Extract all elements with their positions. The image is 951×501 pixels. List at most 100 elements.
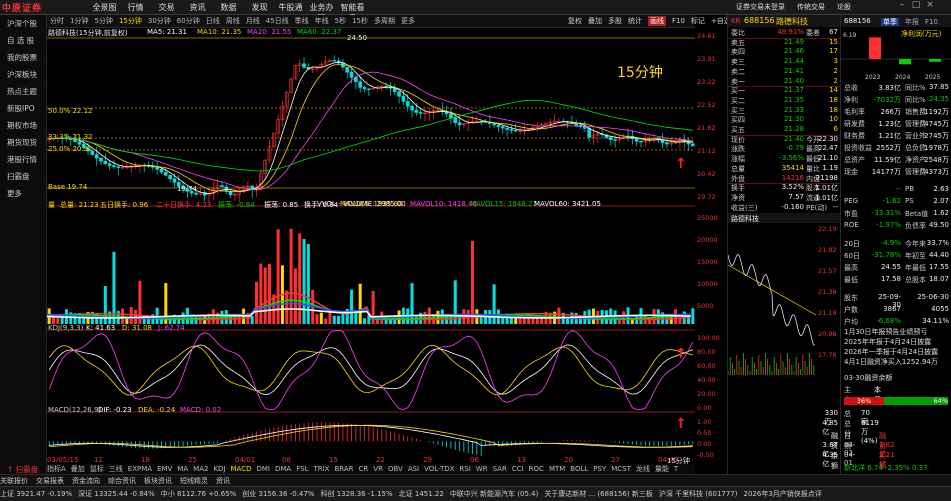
indicator-5[interactable]: EMV <box>157 465 172 473</box>
indicator-7[interactable]: MA2 <box>193 465 208 473</box>
period-15[interactable]: 更多 <box>401 16 415 26</box>
finance-tab-0[interactable]: 单季 <box>881 18 899 26</box>
period-1[interactable]: 1分钟 <box>70 16 88 26</box>
indicator-3[interactable]: 三线 <box>109 464 123 474</box>
kline-chart-area[interactable]: ↑ ↑ ↑ 路德科技(15分钟,前复权) MA5: 21.31 MA10: 21.35 M… <box>46 28 695 474</box>
status-item-4[interactable]: 科创 1328.36 -1.15% <box>320 489 392 499</box>
indicator-20[interactable]: RSI <box>459 465 470 473</box>
tool-1[interactable]: 叠加 <box>588 16 602 26</box>
status-item-8[interactable]: 沪深 千里科技 (601777) <box>659 489 738 499</box>
period-10[interactable]: 季线 <box>295 16 309 26</box>
period-7[interactable]: 周线 <box>226 16 240 26</box>
news-item[interactable]: 1月30日年报预告业绩预亏 <box>844 327 927 337</box>
period-9[interactable]: 45日线 <box>266 16 289 26</box>
top-right-item-0[interactable]: 证券交易未登录 <box>736 2 785 12</box>
kline-chart-svg[interactable]: ↑ ↑ ↑ <box>46 28 695 464</box>
news-item[interactable]: 2025年年报于4月24日披露 <box>844 337 931 347</box>
close-button[interactable]: × <box>923 0 937 10</box>
bottom-tab-4[interactable]: 板块资讯 <box>144 476 172 486</box>
nav-item-1[interactable]: 自 选 股 <box>0 34 46 48</box>
tool-5[interactable]: F10 <box>672 17 685 25</box>
nav-item-7[interactable]: 期货现货 <box>0 136 46 150</box>
nav-item-4[interactable]: 热点主题 <box>0 85 46 99</box>
indicator-2[interactable]: 鼠标 <box>90 464 104 474</box>
tool-2[interactable]: 多股 <box>608 16 622 26</box>
indicator-30[interactable]: 量能 <box>655 464 669 474</box>
indicator-21[interactable]: WR <box>476 465 488 473</box>
indicator-17[interactable]: OBV <box>388 465 403 473</box>
news-item[interactable]: 2026年一季报于4月24日披露 <box>844 347 938 357</box>
nav-item-9[interactable]: 扫霸盘 <box>0 170 46 184</box>
status-item-6[interactable]: 中联中兴 新能源汽车 (05.4) <box>450 489 539 499</box>
period-5[interactable]: 60分钟 <box>177 16 200 26</box>
status-item-3[interactable]: 创业 3156.36 -0.47% <box>242 489 314 499</box>
indicator-9[interactable]: MACD <box>231 465 252 473</box>
finance-info-tab[interactable]: 03-30融资余额 <box>844 373 892 383</box>
status-item-0[interactable]: 上证 3921.47 -0.19% <box>0 489 72 499</box>
status-item-7[interactable]: 关于康达新材 ... (688156) 新三板 <box>544 489 653 499</box>
indicator-13[interactable]: TRIX <box>313 465 329 473</box>
period-11[interactable]: 年线 <box>315 16 329 26</box>
bottom-tab-3[interactable]: 综合资讯 <box>108 476 136 486</box>
period-14[interactable]: 多周期 <box>374 16 395 26</box>
minimize-button[interactable]: – <box>895 0 909 10</box>
indicator-15[interactable]: CR <box>359 465 369 473</box>
nav-item-3[interactable]: 沪深板块 <box>0 68 46 82</box>
status-item-2[interactable]: 中小 8112.76 +0.65% <box>161 489 237 499</box>
indicator-1[interactable]: 叠加 <box>71 464 85 474</box>
indicator-4[interactable]: EXPMA <box>128 465 152 473</box>
indicator-0[interactable]: 指标A <box>47 464 66 474</box>
status-item-5[interactable]: 北证 1451.22 <box>399 489 444 499</box>
top-right-item-1[interactable]: 传统交易 <box>797 2 825 12</box>
status-item-9[interactable]: 2026年3月产销快报点评 <box>744 489 822 499</box>
indicator-8[interactable]: KDJ <box>213 465 225 473</box>
tool-0[interactable]: 复权 <box>568 16 582 26</box>
period-4[interactable]: 30分钟 <box>148 16 171 26</box>
indicator-22[interactable]: SAR <box>493 465 507 473</box>
indicator-27[interactable]: PSY <box>593 465 606 473</box>
period-8[interactable]: 月线 <box>246 16 260 26</box>
nav-item-2[interactable]: 我的股票 <box>0 51 46 65</box>
indicator-18[interactable]: ASI <box>408 465 419 473</box>
period-13[interactable]: 15秒 <box>352 16 368 26</box>
tool-3[interactable]: 统计 <box>628 16 642 26</box>
indicator-10[interactable]: DMI <box>257 465 271 473</box>
finance-tab-2[interactable]: F10 <box>925 18 938 26</box>
bottom-tab-1[interactable]: 交易报表 <box>36 476 64 486</box>
tool-6[interactable]: 标记 <box>691 16 705 26</box>
indicator-26[interactable]: BOLL <box>570 465 588 473</box>
nav-item-0[interactable]: 沪深个股 <box>0 17 46 31</box>
bottom-tab-0[interactable]: 关联报价 <box>0 476 28 486</box>
indicator-29[interactable]: 龙线 <box>636 464 650 474</box>
indicator-31[interactable]: T <box>674 465 678 473</box>
indicator-19[interactable]: VOL-TDX <box>424 465 454 473</box>
bottom-ticker[interactable]: 新北洋 6.74 -2.35% 0.37 <box>844 463 928 473</box>
indicator-28[interactable]: MCST <box>611 465 631 473</box>
indicator-6[interactable]: MA <box>177 465 188 473</box>
finance-tab-1[interactable]: 年报 <box>905 18 919 26</box>
bottom-tab-2[interactable]: 资金流向 <box>72 476 100 486</box>
bottom-tab-5[interactable]: 短线精灵 <box>180 476 208 486</box>
period-12[interactable]: 5秒 <box>335 16 346 26</box>
indicator-12[interactable]: FSL <box>296 465 308 473</box>
indicator-16[interactable]: VR <box>373 465 383 473</box>
news-item[interactable]: 4月1日融资净买入1252.94万 <box>844 357 938 367</box>
status-item-1[interactable]: 深证 13325.44 -0.84% <box>78 489 155 499</box>
bottom-tab-6[interactable]: 资讯 <box>216 476 230 486</box>
nav-item-10[interactable]: 更多 <box>0 187 46 201</box>
period-0[interactable]: 分时 <box>50 16 64 26</box>
indicator-14[interactable]: BRAR <box>334 465 353 473</box>
tool-4[interactable]: 画线 <box>648 16 666 26</box>
period-3[interactable]: 15分钟 <box>119 16 142 26</box>
indicator-24[interactable]: ROC <box>529 465 544 473</box>
maximize-button[interactable]: □ <box>909 0 923 10</box>
indicator-25[interactable]: MTM <box>549 465 565 473</box>
quote-tab2[interactable]: 路德科技 <box>728 213 841 223</box>
period-2[interactable]: 5分钟 <box>94 16 112 26</box>
period-6[interactable]: 日线 <box>206 16 220 26</box>
nav-item-8[interactable]: 港股行情 <box>0 153 46 167</box>
indicator-23[interactable]: CCI <box>512 465 524 473</box>
indicator-11[interactable]: DMA <box>275 465 291 473</box>
nav-item-6[interactable]: 期权市场 <box>0 119 46 133</box>
top-right-item-2[interactable]: 论股 <box>837 2 851 12</box>
